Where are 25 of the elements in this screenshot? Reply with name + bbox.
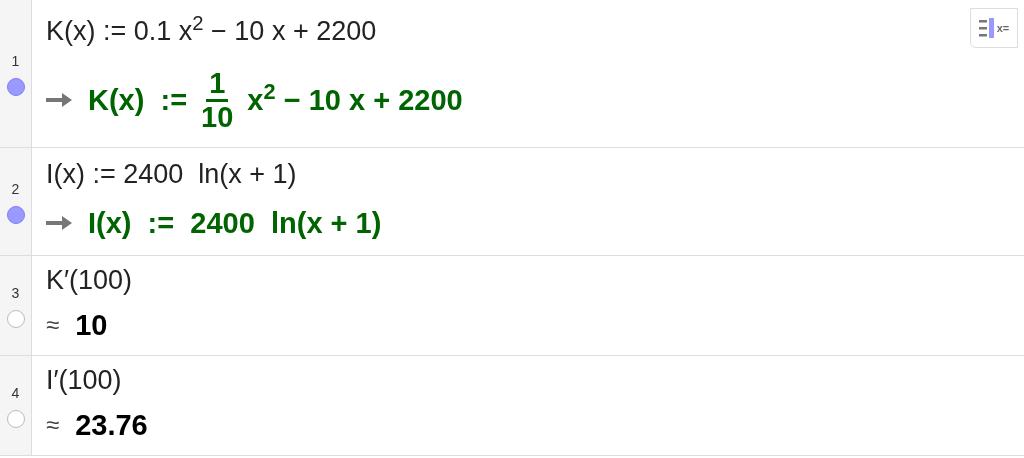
- approx-symbol: ≈: [46, 310, 60, 341]
- row-number: 3: [11, 284, 20, 303]
- row-number: 2: [11, 180, 20, 199]
- output-expression: x$^{2}$ − 10 x + 2200: [247, 78, 463, 118]
- visibility-toggle[interactable]: [6, 78, 25, 96]
- denominator: 10: [201, 101, 234, 133]
- keyboard-toggle-button[interactable]: x=: [970, 8, 1018, 48]
- input-expression[interactable]: K(x) := 0.1 x$^{2}$ − 10 x + 2200: [46, 14, 377, 48]
- row-number: 1: [11, 52, 20, 71]
- arrow-icon: [46, 93, 72, 108]
- input-expression[interactable]: I′(100): [46, 363, 122, 397]
- list-icon: [978, 18, 995, 38]
- output-expression: K(x) :=: [88, 82, 188, 118]
- visibility-toggle[interactable]: [6, 206, 25, 224]
- visibility-toggle[interactable]: [6, 410, 25, 428]
- row-number: 4: [11, 384, 20, 403]
- approx-symbol: ≈: [46, 410, 60, 441]
- input-expression[interactable]: K′(100): [46, 263, 133, 297]
- arrow-icon: [46, 216, 72, 231]
- visibility-toggle[interactable]: [6, 310, 25, 328]
- output-expression: 10: [75, 307, 108, 343]
- output-expression: 23.76: [75, 407, 148, 443]
- input-expression[interactable]: I(x) := 2400 ln(x + 1): [46, 157, 297, 191]
- output-expression: I(x) := 2400 ln(x + 1): [88, 205, 382, 241]
- numerator: 1: [206, 68, 229, 102]
